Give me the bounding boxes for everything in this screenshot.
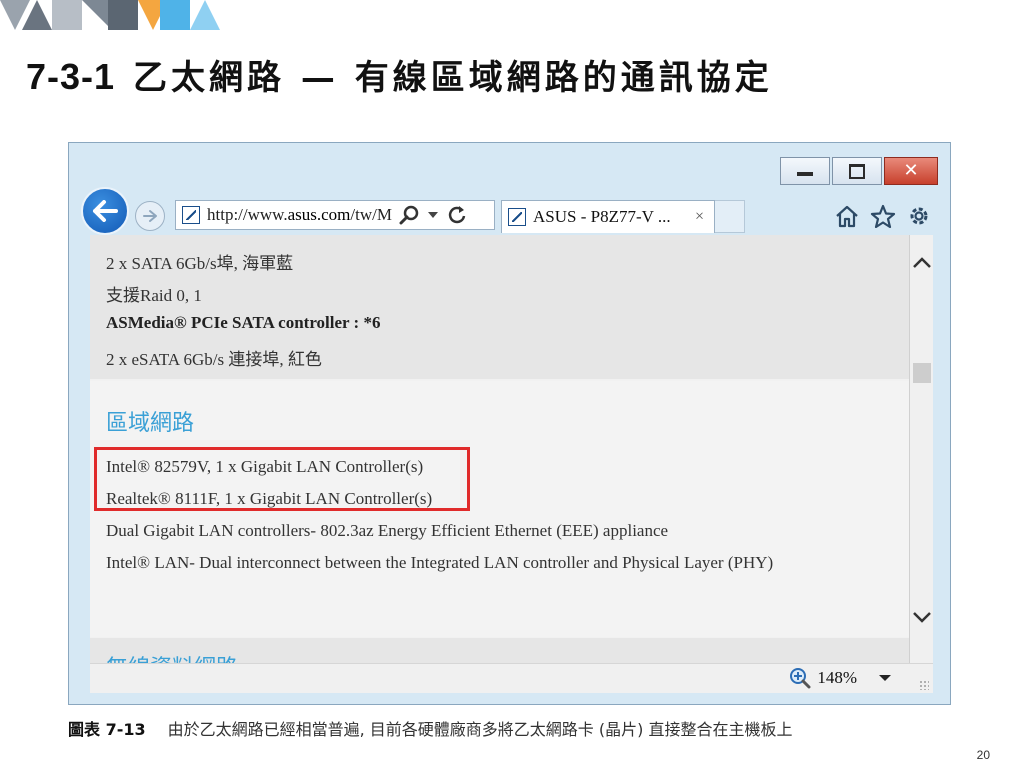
maximize-icon — [849, 163, 865, 179]
figure-caption: 圖表 7-13 由於乙太網路已經相當普遍, 目前各硬體廠商多將乙太網路卡 (晶片)… — [68, 718, 792, 742]
lan-line: Intel® LAN- Dual interconnect between th… — [106, 553, 774, 572]
browser-tab[interactable]: ASUS - P8Z77-V ... × — [501, 200, 715, 233]
address-tools — [399, 205, 467, 225]
arrow-left-icon — [93, 200, 118, 222]
browser-toolbar-icons — [834, 203, 932, 229]
url-suffix: /tw/M — [350, 205, 392, 224]
decorative-header-pattern — [0, 0, 226, 30]
title-number: 7-3-1 — [26, 56, 116, 97]
browser-window: ✕ http://www.asus.com/tw/M ASUS - P8Z77-… — [68, 142, 951, 705]
maximize-button[interactable] — [832, 157, 882, 185]
title-text: 乙太網路 — 有線區域網路的通訊協定 — [133, 58, 773, 98]
site-favicon-icon — [182, 206, 200, 224]
page-number: 20 — [976, 748, 990, 762]
back-button[interactable] — [81, 187, 129, 235]
close-icon: ✕ — [903, 160, 919, 181]
scroll-thumb[interactable] — [913, 363, 931, 383]
caption-label: 圖表 7-13 — [68, 720, 146, 739]
gear-icon[interactable] — [906, 203, 932, 229]
page-title: 7-3-1 乙太網路 — 有線區域網路的通訊協定 — [26, 52, 773, 102]
chevron-down-icon — [879, 675, 891, 681]
minimize-button[interactable] — [780, 157, 830, 185]
scroll-up-button[interactable] — [910, 255, 934, 275]
scroll-down-button[interactable] — [910, 611, 934, 631]
url-prefix: http://www. — [207, 205, 288, 224]
zoom-in-icon — [790, 668, 811, 689]
storage-section: 2 x SATA 6Gb/s埠, 海軍藍 支援Raid 0, 1 ASMedia… — [90, 235, 909, 379]
storage-line: 2 x SATA 6Gb/s埠, 海軍藍 — [106, 254, 294, 273]
new-tab-button[interactable] — [715, 200, 745, 233]
status-bar: 148% — [90, 663, 933, 693]
refresh-icon[interactable] — [447, 205, 467, 225]
chevron-down-icon[interactable] — [427, 211, 439, 219]
arrow-right-icon — [143, 210, 157, 222]
chevron-up-icon — [913, 257, 931, 268]
caption-text: 由於乙太網路已經相當普遍, 目前各硬體廠商多將乙太網路卡 (晶片) 直接整合在主… — [167, 720, 793, 739]
chevron-down-icon — [913, 612, 931, 623]
tab-close-button[interactable]: × — [695, 208, 704, 226]
url-domain: asus.com — [287, 205, 351, 224]
web-content-area: 2 x SATA 6Gb/s埠, 海軍藍 支援Raid 0, 1 ASMedia… — [90, 235, 909, 663]
vertical-scrollbar[interactable] — [909, 235, 933, 663]
star-icon[interactable] — [870, 204, 896, 228]
address-bar[interactable]: http://www.asus.com/tw/M — [175, 200, 495, 230]
tab-favicon-icon — [508, 208, 526, 226]
resize-grip[interactable] — [919, 680, 929, 690]
storage-line: 2 x eSATA 6Gb/s 連接埠, 紅色 — [106, 350, 322, 369]
search-icon[interactable] — [399, 205, 419, 225]
zoom-control[interactable]: 148% — [789, 667, 893, 689]
storage-line: ASMedia® PCIe SATA controller : *6 — [106, 313, 381, 332]
minimize-icon — [797, 172, 813, 176]
tab-title: ASUS - P8Z77-V ... — [533, 207, 671, 226]
highlight-box — [94, 447, 470, 511]
close-button[interactable]: ✕ — [884, 157, 938, 185]
address-url: http://www.asus.com/tw/M — [207, 205, 393, 225]
home-icon[interactable] — [834, 204, 860, 228]
wireless-section: 無線資料網路 — [90, 638, 909, 663]
window-controls: ✕ — [778, 157, 938, 185]
wireless-heading[interactable]: 無線資料網路 — [106, 650, 238, 663]
zoom-level: 148% — [817, 668, 857, 687]
forward-button[interactable] — [135, 201, 165, 231]
lan-line: Dual Gigabit LAN controllers- 802.3az En… — [106, 521, 669, 540]
storage-line: 支援Raid 0, 1 — [106, 286, 202, 305]
lan-heading[interactable]: 區域網路 — [106, 405, 194, 437]
